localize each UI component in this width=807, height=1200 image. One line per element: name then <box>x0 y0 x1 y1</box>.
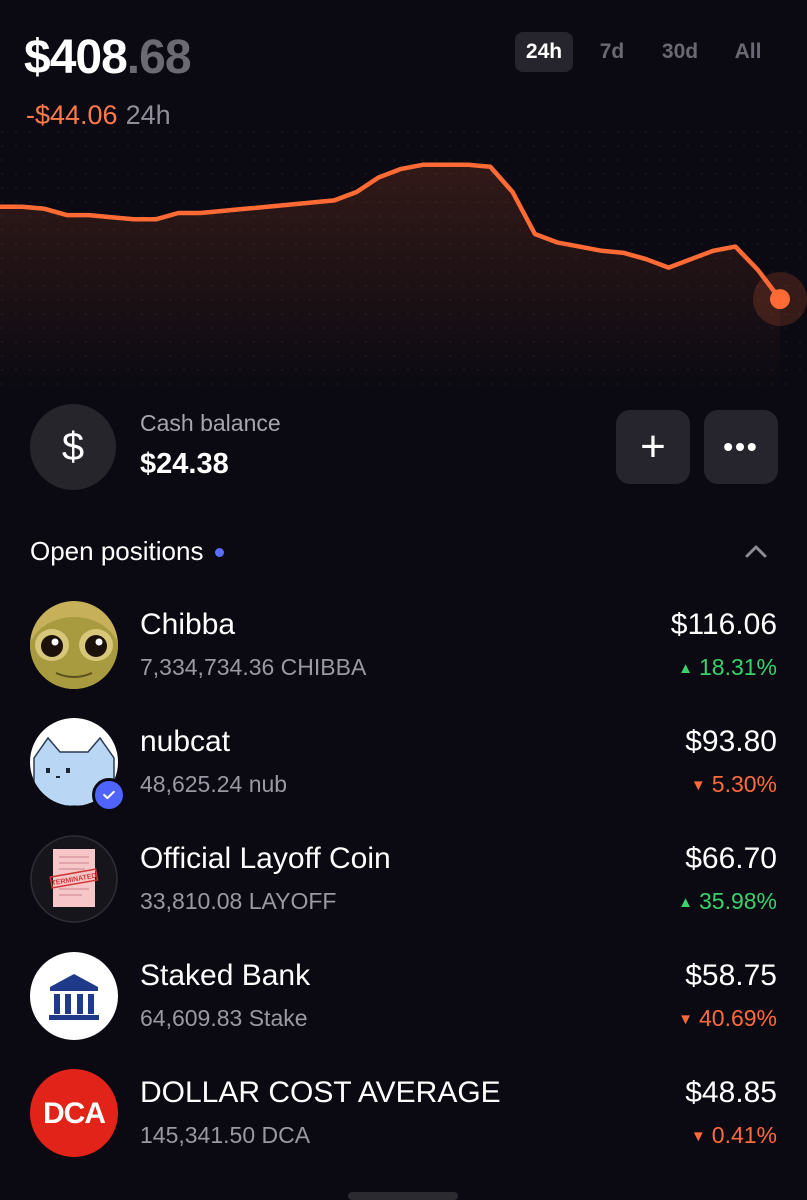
arrow-up-icon: ▲ <box>678 660 693 677</box>
change-percent: 5.30% <box>711 771 777 797</box>
add-cash-button[interactable]: + <box>616 410 690 484</box>
position-chibba[interactable]: Chibba 7,334,734.36 CHIBBA $116.06 ▲ 18.3… <box>30 598 777 715</box>
chart-endpoint <box>770 289 790 310</box>
position-name: nubcat <box>140 725 231 758</box>
range-tabs: 24h 7d 30d All <box>515 32 777 72</box>
dca-logo-icon: DCA <box>30 1069 118 1157</box>
verified-badge-icon <box>92 778 126 812</box>
portfolio-balance: $408.68 <box>24 31 192 84</box>
position-amount: 48,625.24 nub <box>140 771 288 797</box>
position-amount: 33,810.08 LAYOFF <box>140 888 337 914</box>
chibba-avatar <box>30 601 118 689</box>
positions-list: Chibba 7,334,734.36 CHIBBA $116.06 ▲ 18.3… <box>30 598 777 1183</box>
home-indicator <box>348 1192 458 1200</box>
open-positions-title: Open positions <box>30 536 204 566</box>
change-period: 24h <box>125 100 171 130</box>
position-amount: 7,334,734.36 CHIBBA <box>140 654 367 680</box>
frog-icon <box>30 601 118 689</box>
layoff-avatar: TERMINATED <box>30 835 118 923</box>
bank-icon <box>30 952 118 1040</box>
position-amount: 145,341.50 DCA <box>140 1122 311 1148</box>
change-percent: 35.98% <box>698 888 777 914</box>
more-options-button[interactable]: ••• <box>704 410 778 484</box>
arrow-down-icon: ▼ <box>690 777 706 794</box>
dollar-icon: $ <box>30 404 116 490</box>
position-change: ▲ 35.98% <box>678 888 777 915</box>
dca-logo-text: DCA <box>43 1097 105 1130</box>
position-name: DOLLAR COST AVERAGE <box>140 1076 501 1109</box>
tab-30d[interactable]: 30d <box>651 32 709 72</box>
position-value: $116.06 <box>670 608 777 641</box>
chevron-up-icon[interactable] <box>743 538 769 564</box>
change-amount: -$44.06 <box>26 100 118 130</box>
position-change: ▲ 18.31% <box>678 654 777 681</box>
position-value: $66.70 <box>685 842 777 875</box>
cash-balance-value: $24.38 <box>140 448 229 480</box>
cash-balance-label: Cash balance <box>140 410 281 436</box>
position-layoff[interactable]: TERMINATED Official Layoff Coin 33,810.0… <box>30 832 777 949</box>
position-value: $93.80 <box>685 725 777 758</box>
change-percent: 18.31% <box>698 654 777 680</box>
tab-7d[interactable]: 7d <box>583 32 641 72</box>
position-dca[interactable]: DCA DOLLAR COST AVERAGE 145,341.50 DCA $… <box>30 1066 777 1183</box>
position-change: ▼ 5.30% <box>691 771 777 798</box>
arrow-up-icon: ▲ <box>678 894 693 911</box>
staked-bank-avatar <box>30 952 118 1040</box>
change-percent: 0.41% <box>711 1122 777 1148</box>
arrow-down-icon: ▼ <box>690 1128 706 1145</box>
position-amount: 64,609.83 Stake <box>140 1005 308 1031</box>
arrow-down-icon: ▼ <box>678 1011 693 1028</box>
position-value: $58.75 <box>685 959 777 992</box>
position-value: $48.85 <box>685 1076 777 1109</box>
position-staked-bank[interactable]: Staked Bank 64,609.83 Stake $58.75 ▼ 40.6… <box>30 949 777 1066</box>
position-nubcat[interactable]: nubcat 48,625.24 nub $93.80 ▼ 5.30% <box>30 715 777 832</box>
status-dot <box>215 548 225 558</box>
position-change: ▼ 40.69% <box>678 1005 777 1032</box>
change-percent: 40.69% <box>698 1005 777 1031</box>
position-name: Staked Bank <box>140 959 311 992</box>
portfolio-chart[interactable] <box>0 130 807 390</box>
position-change: ▼ 0.41% <box>691 1122 777 1149</box>
position-name: Official Layoff Coin <box>140 842 391 875</box>
balance-change: -$44.06 24h <box>26 100 171 131</box>
tab-all[interactable]: All <box>719 32 777 72</box>
cash-balance-row: $ Cash balance $24.38 + ••• <box>30 404 778 490</box>
balance-main: $408 <box>24 31 128 84</box>
dca-avatar: DCA <box>30 1069 118 1157</box>
position-name: Chibba <box>140 608 236 641</box>
tab-24h[interactable]: 24h <box>515 32 573 72</box>
terminated-letter-icon: TERMINATED <box>30 835 118 923</box>
open-positions-header[interactable]: Open positions <box>30 536 777 572</box>
balance-cents: .68 <box>126 31 192 84</box>
